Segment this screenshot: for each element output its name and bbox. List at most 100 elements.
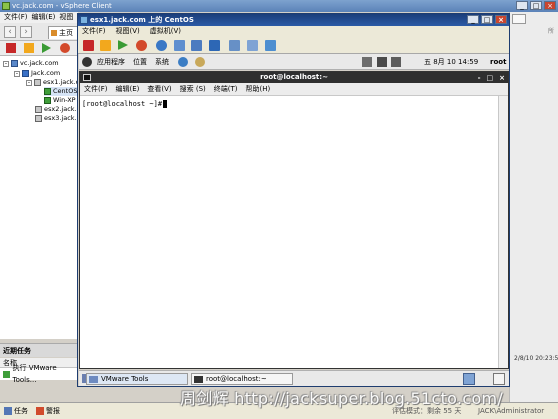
vm-icon xyxy=(44,97,51,104)
power-off-icon[interactable] xyxy=(83,40,94,51)
alarms-button[interactable]: 警报 xyxy=(36,403,60,419)
console-maximize-button[interactable]: □ xyxy=(481,15,493,24)
gnome-top-panel: 应用程序 位置 系统 五 8月 10 14:59 root xyxy=(79,54,509,70)
terminal-menu-help[interactable]: 帮助(H) xyxy=(246,83,271,95)
forward-button[interactable]: › xyxy=(20,26,32,38)
vsphere-title-bar: vc.jack.com - vSphere Client _ □ × xyxy=(0,0,558,12)
menu-file[interactable]: 文件(F) xyxy=(4,12,28,23)
inventory-tree: - vc.jack.com - Jack.com - esx1.jack.c C… xyxy=(0,56,80,339)
vsphere-window-controls: _ □ × xyxy=(516,1,556,10)
vsphere-right-panel: 所 2/8/10 20:23:5 xyxy=(509,12,558,402)
menu-applications[interactable]: 应用程序 xyxy=(97,54,125,70)
console-minimize-button[interactable]: _ xyxy=(467,15,479,24)
vm-icon xyxy=(3,370,10,378)
power-on-icon[interactable] xyxy=(118,40,128,50)
tree-node-host-esx1[interactable]: - esx1.jack.c xyxy=(26,78,79,87)
vm-console-window: esx1.jack.com 上的 CentOS _ □ × 文件(F) 视图(V… xyxy=(77,13,510,387)
reset-icon[interactable] xyxy=(136,40,147,51)
vsphere-toolbar xyxy=(0,41,78,56)
minimize-button[interactable]: _ xyxy=(516,1,528,10)
host-icon xyxy=(35,115,42,122)
vsphere-title: vc.jack.com - vSphere Client xyxy=(12,2,112,10)
suspend-icon[interactable] xyxy=(100,40,111,51)
taskbar-vmware-tools[interactable]: VMware Tools xyxy=(86,373,188,385)
pause-icon[interactable] xyxy=(24,43,34,53)
network-icon[interactable] xyxy=(265,40,276,51)
tree-node-host-esx2[interactable]: esx2.jack.c xyxy=(35,105,80,114)
update-icon[interactable] xyxy=(362,57,372,67)
snapshot-manager-icon[interactable] xyxy=(209,40,220,51)
collapse-icon[interactable]: - xyxy=(14,70,20,77)
network-status-icon[interactable] xyxy=(377,57,387,67)
stop-icon[interactable] xyxy=(6,43,16,53)
watermark: 周剑辉 http://jacksuper.blog.51cto.com/ xyxy=(180,389,504,408)
console-menu-view[interactable]: 视图(V) xyxy=(116,26,140,37)
terminal-icon xyxy=(194,376,203,383)
menu-places[interactable]: 位置 xyxy=(133,54,147,70)
back-button[interactable]: ‹ xyxy=(4,26,16,38)
play-icon[interactable] xyxy=(42,43,51,53)
vmware-tools-icon[interactable] xyxy=(156,40,167,51)
floppy-icon[interactable] xyxy=(247,40,258,51)
panel-user[interactable]: root xyxy=(490,54,506,70)
close-button[interactable]: × xyxy=(544,1,556,10)
terminal-menu-file[interactable]: 文件(F) xyxy=(84,83,108,95)
console-menu-file[interactable]: 文件(F) xyxy=(82,26,106,37)
revert-snapshot-icon[interactable] xyxy=(191,40,202,51)
restore-icon[interactable] xyxy=(512,14,526,24)
snapshot-icon[interactable] xyxy=(174,40,185,51)
panel-clock[interactable]: 五 8月 10 14:59 xyxy=(424,54,478,70)
home-icon xyxy=(51,30,57,36)
reset-icon[interactable] xyxy=(60,43,70,53)
volume-icon[interactable] xyxy=(391,57,401,67)
terminal-menu-terminal[interactable]: 终端(T) xyxy=(214,83,238,95)
text-cursor xyxy=(163,100,168,108)
terminal-window: root@localhost:~ - □ × 文件(F) 编辑(E) 查看(V)… xyxy=(79,71,509,369)
tree-node-vm-centos[interactable]: CentOS xyxy=(44,87,78,96)
home-tab-label: 主页 xyxy=(59,29,73,37)
host-icon xyxy=(35,106,42,113)
datacenter-icon xyxy=(22,70,29,77)
tree-node-host-esx3[interactable]: esx3.jack.c xyxy=(35,114,80,123)
terminal-menu-edit[interactable]: 编辑(E) xyxy=(116,83,140,95)
menu-system[interactable]: 系统 xyxy=(155,54,169,70)
collapse-icon[interactable]: - xyxy=(3,60,9,67)
host-icon xyxy=(34,79,41,86)
workspace-switcher-2[interactable] xyxy=(493,373,505,385)
right-column-label: 所 xyxy=(548,28,555,35)
menu-view[interactable]: 视图 xyxy=(59,12,73,23)
console-toolbar xyxy=(78,37,509,54)
terminal-body[interactable]: [root@localhost ~]# xyxy=(80,96,498,368)
vsphere-nav-bar: ‹ › 主页 xyxy=(0,23,78,41)
console-menu-vm[interactable]: 虚拟机(V) xyxy=(150,26,181,37)
folder-icon xyxy=(89,376,98,383)
tasks-icon xyxy=(4,407,12,415)
maximize-button[interactable]: □ xyxy=(530,1,542,10)
terminal-menu-view[interactable]: 查看(V) xyxy=(147,83,171,95)
cd-icon[interactable] xyxy=(229,40,240,51)
collapse-icon[interactable]: - xyxy=(26,79,32,86)
mail-icon[interactable] xyxy=(195,57,205,67)
terminal-menu-bar: 文件(F) 编辑(E) 查看(V) 搜索 (S) 终端(T) 帮助(H) xyxy=(80,83,508,96)
tree-node-vcenter[interactable]: - vc.jack.com xyxy=(3,59,59,68)
terminal-menu-search[interactable]: 搜索 (S) xyxy=(180,83,206,95)
terminal-title-bar: root@localhost:~ - □ × xyxy=(80,72,508,83)
recent-task-row[interactable]: 执行 VMware Tools... xyxy=(0,364,78,384)
workspace-switcher-1[interactable] xyxy=(463,373,475,385)
alarm-icon xyxy=(36,407,44,415)
gnome-foot-icon xyxy=(82,57,92,67)
tasks-button[interactable]: 任务 xyxy=(4,403,28,419)
console-window-controls: _ □ × xyxy=(467,15,507,24)
vsphere-menu-bar: 文件(F) 编辑(E) 视图 xyxy=(0,12,78,23)
terminal-scrollbar[interactable] xyxy=(498,96,508,368)
tree-node-vm-winxp[interactable]: Win-XP xyxy=(44,96,76,105)
menu-edit[interactable]: 编辑(E) xyxy=(32,12,56,23)
console-close-button[interactable]: × xyxy=(495,15,507,24)
shell-prompt: [root@localhost ~]# xyxy=(82,100,163,108)
taskbar-terminal[interactable]: root@localhost:~ xyxy=(191,373,293,385)
browser-icon[interactable] xyxy=(178,57,188,67)
home-tab[interactable]: 主页 xyxy=(48,26,78,39)
console-app-icon xyxy=(80,16,88,24)
vcenter-icon xyxy=(11,60,18,67)
tree-node-datacenter[interactable]: - Jack.com xyxy=(14,69,60,78)
